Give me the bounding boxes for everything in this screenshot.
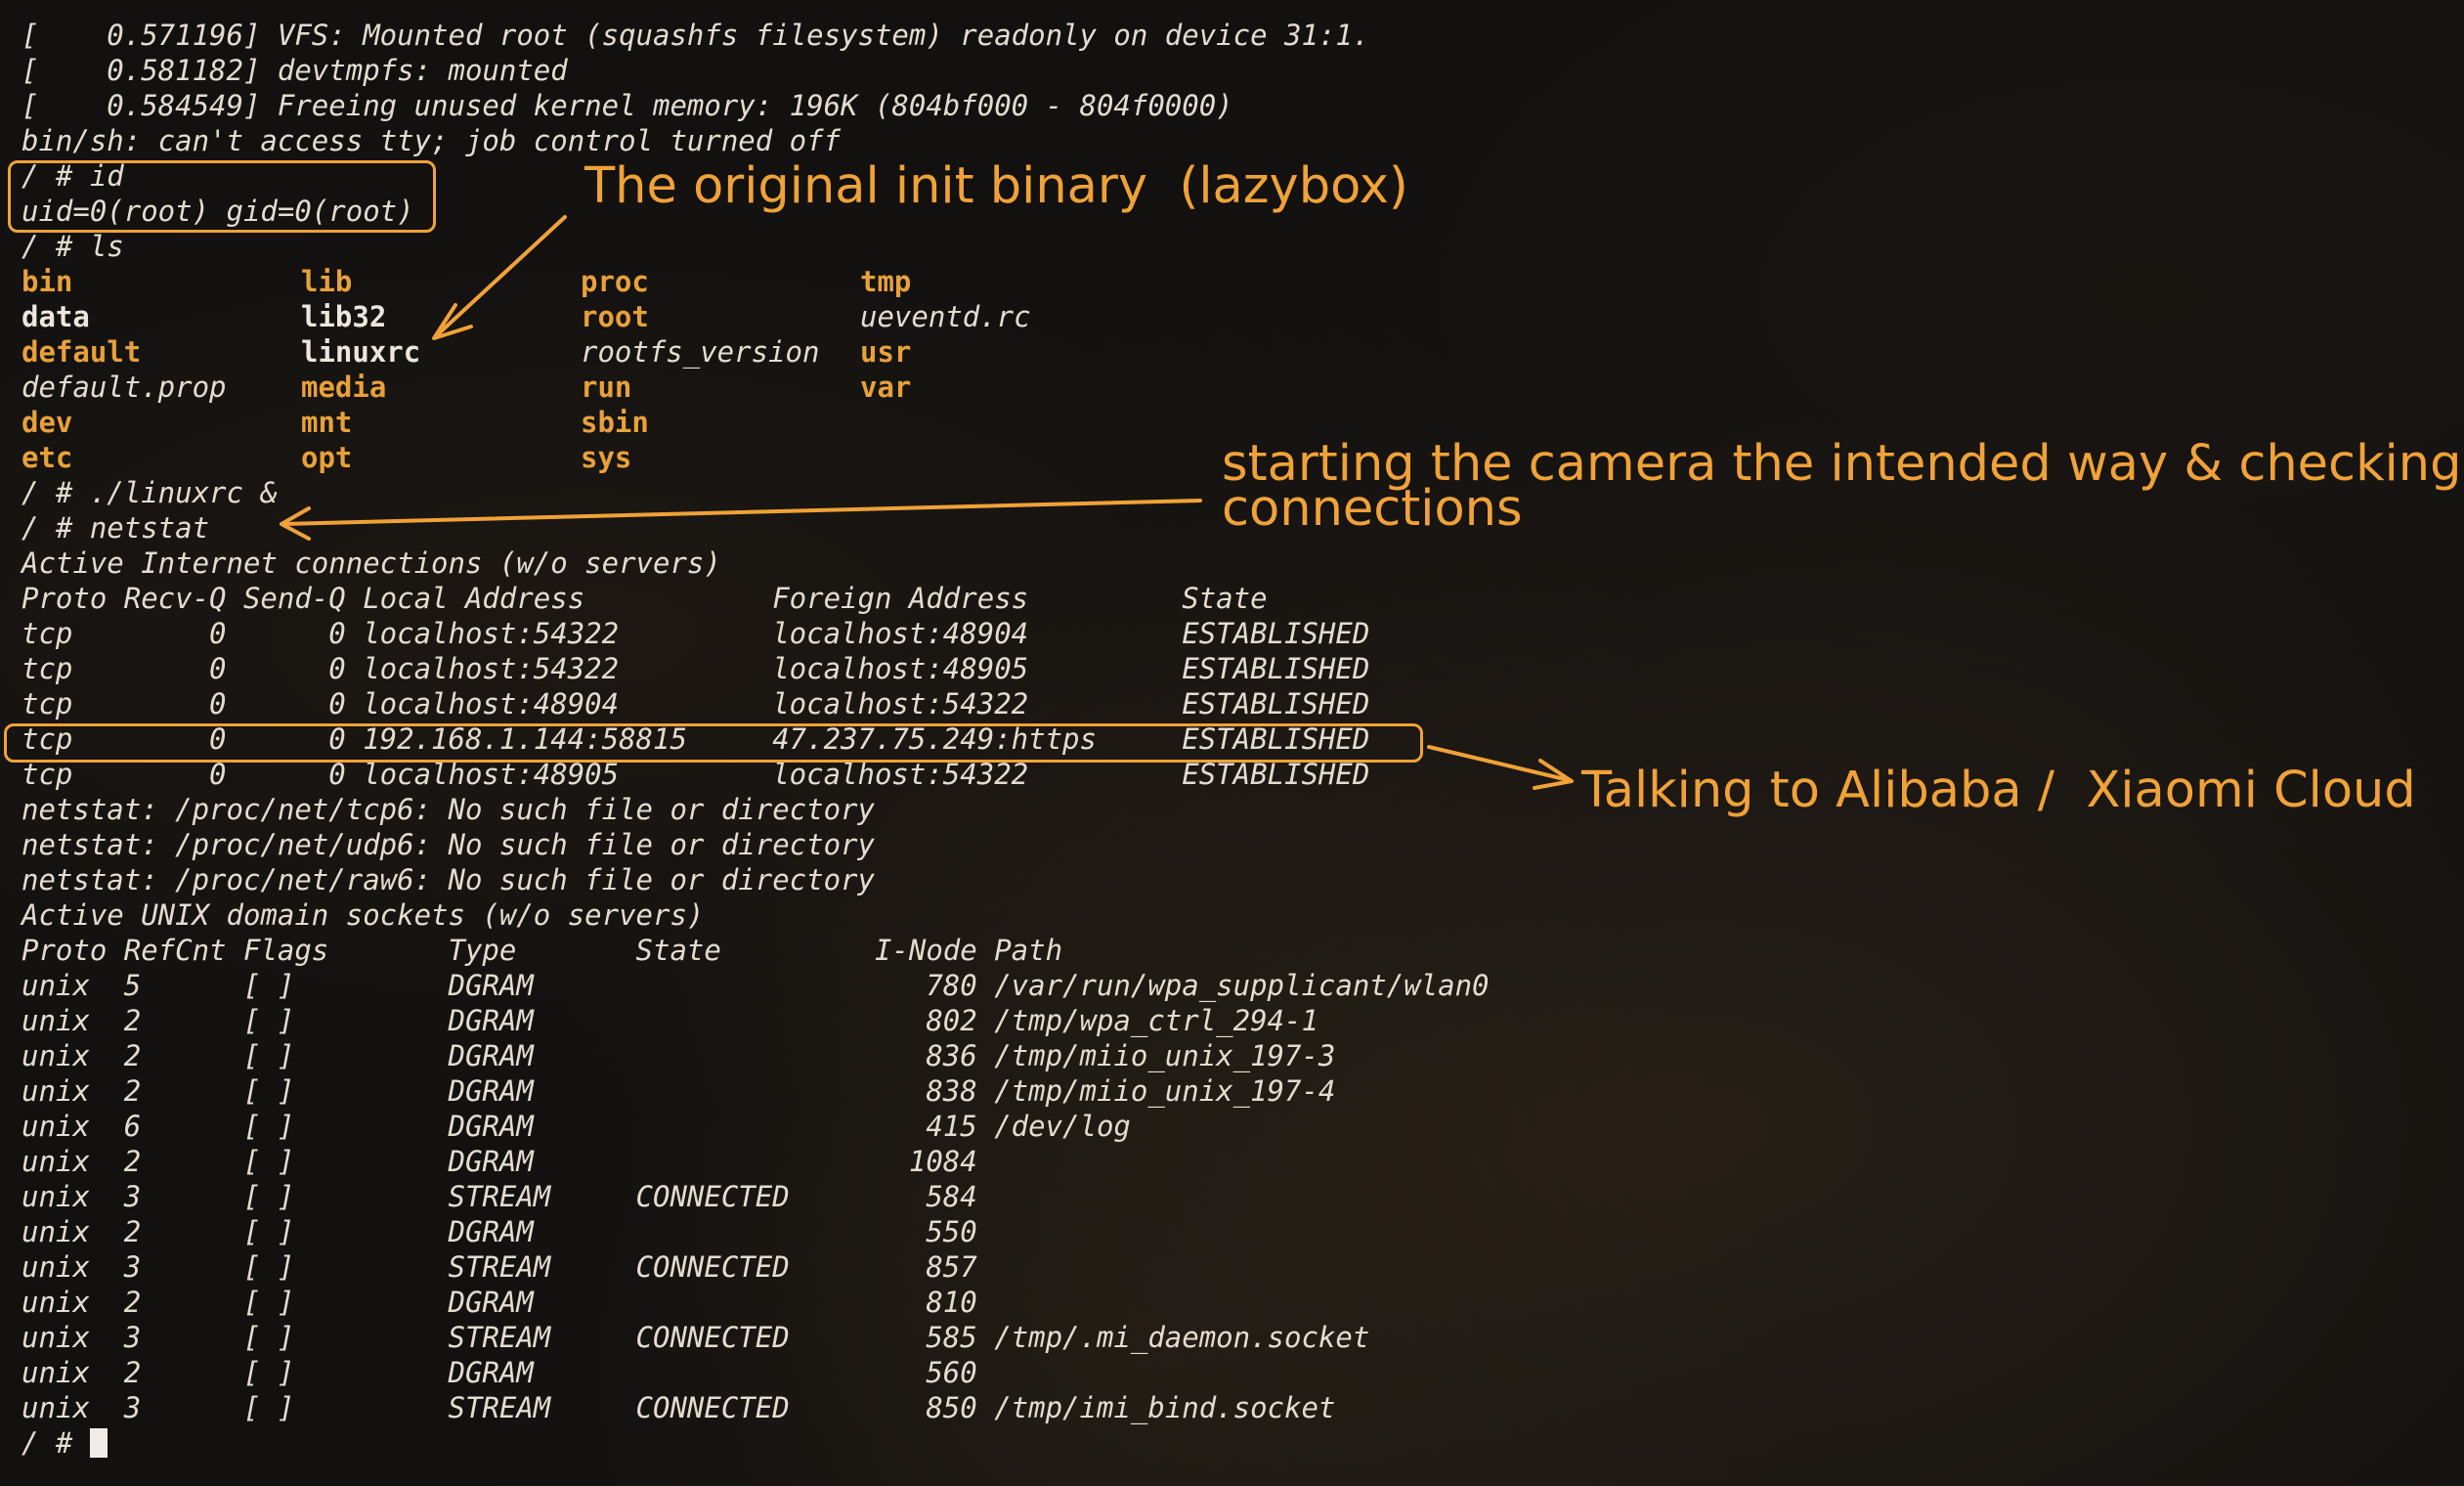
annotation-arrows	[280, 215, 1574, 790]
cloud-annotation: Talking to Alibaba / Xiaomi Cloud	[1581, 762, 2416, 819]
arrow-to-linuxrc-cmd	[281, 499, 1202, 526]
arrow-to-linuxrc	[436, 215, 567, 336]
camera-start-annotation: starting the camera the intended way & c…	[1222, 435, 2462, 538]
init-binary-annotation: The original init binary (lazybox)	[584, 157, 1408, 215]
